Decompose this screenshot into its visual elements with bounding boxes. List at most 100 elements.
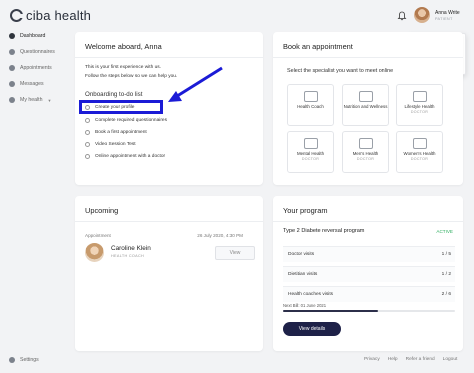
next-bill-date: Next Bill: 01 June 2021 [283,303,327,308]
sidebar-item-settings[interactable]: Settings [9,357,39,363]
calendar-icon [9,65,15,71]
book-appointment-card: Book an appointment Select the specialis… [273,32,463,185]
logo[interactable]: ciba health [10,8,91,23]
program-name: Type 2 Diabete reversal program [283,228,365,234]
todo-label: Video Session Test [95,142,136,147]
sidebar-item-label: Questionnaires [20,49,55,55]
bell-icon[interactable] [397,11,407,21]
mens-health-icon [358,138,373,149]
clipboard-icon [9,49,15,55]
mental-health-icon [303,138,318,149]
user-role: PATIENT [435,17,453,21]
chevron-down-icon: ▼ [47,97,52,103]
footer-link-privacy[interactable]: Privacy [364,357,380,362]
program-row-dietitian-visits: Dietitian visits 1 / 2 [283,266,455,282]
sidebar-item-messages[interactable]: Messages [9,81,44,87]
sidebar-item-my-health[interactable]: My health ▼ [9,97,51,103]
appointment-doctor-role: HEALTH COACH [111,254,145,258]
program-row-value: 1 / 2 [441,272,451,277]
footer-link-logout[interactable]: Logout [443,357,458,362]
divider [273,57,463,58]
specialist-health-coach[interactable]: Health Coach [287,84,334,126]
specialist-name: Women's Health [403,151,436,156]
welcome-intro-line-2: Follow the steps below so we can help yo… [85,74,178,79]
womens-health-icon [412,138,427,149]
checkbox-icon [85,130,90,135]
specialist-type: DOCTOR [356,157,375,162]
footer-link-help[interactable]: Help [388,357,398,362]
appointment-doctor-name: Caroline Klein [111,245,151,252]
billing-progress-bar [283,310,455,312]
sidebar-item-label: Appointments [20,65,52,71]
sidebar-item-label: Dashboard [20,33,46,39]
program-row-label: Health coaches visits [288,292,334,297]
gear-icon [9,357,15,363]
footer-link-refer[interactable]: Refer a friend [406,357,435,362]
todo-item-video-test[interactable]: Video Session Test [85,142,136,147]
avatar [85,243,104,262]
specialist-type: DOCTOR [410,157,429,162]
todo-label: Complete required questionnaires [95,118,167,123]
chat-icon [9,81,15,87]
program-row-doctor-visits: Doctor visits 1 / 5 [283,246,455,262]
specialist-womens-health[interactable]: Women's Health DOCTOR [396,131,443,173]
program-row-label: Doctor visits [288,252,315,257]
dashboard-icon [9,33,15,39]
appointment-date: 26 July 2020, 4:30 PM [197,233,243,238]
sidebar-item-questionnaires[interactable]: Questionnaires [9,49,55,55]
annotation-highlight-box [79,100,163,114]
sidebar-item-label: Messages [20,81,44,87]
checkbox-icon [85,118,90,123]
specialist-name: Lifestyle Health [404,104,435,109]
appointment-label: Appointment [85,233,111,238]
specialist-type: DOCTOR [301,157,320,162]
program-row-label: Dietitian visits [288,272,318,277]
todo-item-questionnaires[interactable]: Complete required questionnaires [85,118,167,123]
program-row-value: 1 / 5 [441,252,451,257]
specialist-caption: Select the specialist you want to meet o… [287,68,394,74]
todo-item-online-appointment[interactable]: Online appointment with a doctor [85,154,165,159]
program-row-value: 2 / 6 [441,292,451,297]
todo-item-book-appointment[interactable]: Book a first appointment [85,130,147,135]
specialist-nutrition[interactable]: Nutrition and Wellness [342,84,389,126]
sidebar-item-appointments[interactable]: Appointments [9,65,52,71]
health-coach-icon [303,91,318,102]
footer-links: Privacy Help Refer a friend Logout [364,357,457,362]
specialist-name: Health Coach [297,104,324,109]
nutrition-icon [358,91,373,102]
heart-icon [9,97,15,103]
user-avatar[interactable] [414,7,430,23]
specialist-mens-health[interactable]: Men's Health DOCTOR [342,131,389,173]
divider [75,57,263,58]
program-title: Your program [283,206,328,215]
todo-title: Onboarding to-do list [85,91,143,98]
welcome-intro-line-1: This is your first experience with us. [85,65,161,70]
view-details-button[interactable]: View details [283,322,341,336]
upcoming-card: Upcoming Appointment 26 July 2020, 4:30 … [75,196,263,351]
todo-label: Online appointment with a doctor [95,154,166,159]
specialist-lifestyle-health[interactable]: Lifestyle Health DOCTOR [396,84,443,126]
view-appointment-button[interactable]: View [215,246,255,260]
program-row-health-coach-visits: Health coaches visits 2 / 6 [283,286,455,302]
divider [75,221,263,222]
book-title: Book an appointment [283,42,353,51]
sidebar-item-label: My health [20,97,43,103]
specialist-name: Men's Health [352,151,379,156]
checkbox-icon [85,142,90,147]
lifestyle-icon [412,91,427,102]
specialist-type: DOCTOR [410,110,429,115]
specialist-name: Mental Health [296,151,325,156]
divider [273,221,463,222]
sidebar-item-label: Settings [20,357,39,363]
program-card: Your program Type 2 Diabete reversal pro… [273,196,463,351]
logo-icon [10,9,24,22]
brand-name: ciba health [26,8,92,23]
user-name[interactable]: Anna Write [435,10,460,16]
billing-progress-fill [283,310,378,312]
sidebar: Dashboard Questionnaires Appointments Me… [0,30,70,373]
upcoming-title: Upcoming [85,206,119,215]
checkbox-icon [85,154,90,159]
sidebar-item-dashboard[interactable]: Dashboard [9,33,45,39]
todo-label: Book a first appointment [95,130,147,135]
specialist-mental-health[interactable]: Mental Health DOCTOR [287,131,334,173]
